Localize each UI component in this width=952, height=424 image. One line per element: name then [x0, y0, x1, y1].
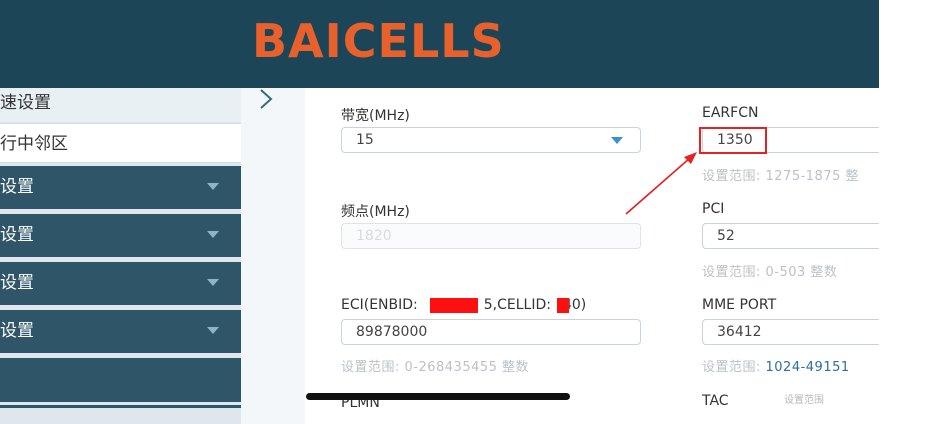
scroll-indicator[interactable] [306, 393, 570, 400]
annotation-arrow [625, 152, 697, 215]
